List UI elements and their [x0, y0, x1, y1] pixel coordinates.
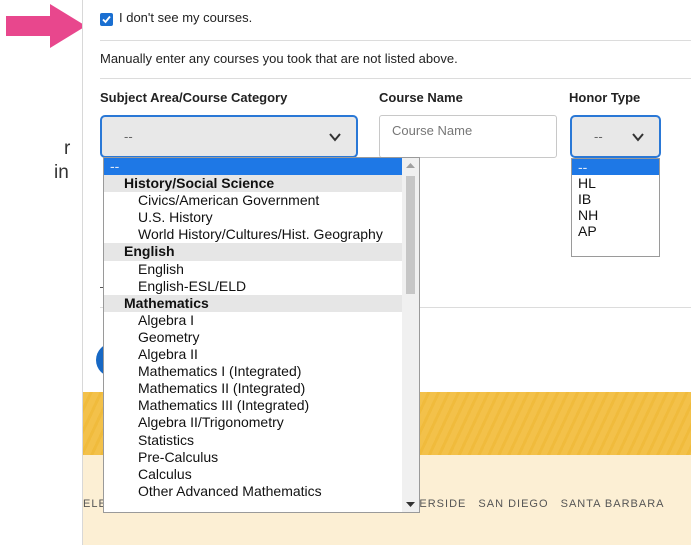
chevron-down-icon: [329, 133, 341, 142]
instructions-text: Manually enter any courses you took that…: [100, 51, 458, 66]
divider: [100, 40, 691, 41]
scroll-down-arrow-icon[interactable]: [406, 501, 415, 508]
subject-option[interactable]: English: [104, 261, 419, 278]
dropdown-scrollbar[interactable]: [402, 158, 419, 512]
honor-type-column-header: Honor Type: [569, 90, 641, 105]
subject-option[interactable]: Algebra I: [104, 312, 419, 329]
subject-group-header: Mathematics: [104, 294, 403, 312]
checkmark-icon: [102, 15, 111, 24]
honor-option[interactable]: AP: [572, 223, 659, 239]
partial-text-fragment: in: [54, 162, 69, 183]
subject-option[interactable]: Mathematics I (Integrated): [104, 363, 419, 380]
subject-option[interactable]: Calculus: [104, 466, 419, 483]
subject-option[interactable]: Statistics: [104, 432, 419, 449]
subject-select-value: --: [124, 129, 133, 144]
subject-category-dropdown-list[interactable]: -- History/Social Science Civics/America…: [103, 157, 420, 513]
honor-type-dropdown-list[interactable]: -- HL IB NH AP: [571, 158, 660, 257]
subject-option[interactable]: Mathematics II (Integrated): [104, 380, 419, 397]
subject-option[interactable]: Other Advanced Mathematics: [104, 483, 419, 500]
campus-link[interactable]: SAN DIEGO: [478, 498, 548, 510]
subject-option[interactable]: --: [104, 158, 419, 176]
course-name-input[interactable]: [379, 115, 557, 158]
subject-option[interactable]: Algebra II: [104, 346, 419, 363]
chevron-down-icon: [632, 133, 644, 142]
subject-column-header: Subject Area/Course Category: [100, 90, 288, 105]
subject-category-select[interactable]: --: [100, 115, 358, 158]
subject-option[interactable]: Pre-Calculus: [104, 449, 419, 466]
honor-option[interactable]: HL: [572, 175, 659, 191]
campus-links: IVERSIDE SAN DIEGO SANTA BARBARA: [407, 498, 673, 510]
subject-option[interactable]: U.S. History: [104, 209, 419, 226]
divider: [100, 78, 691, 79]
subject-option[interactable]: Mathematics III (Integrated): [104, 397, 419, 414]
scroll-up-arrow-icon[interactable]: [406, 162, 415, 169]
dont-see-courses-checkbox[interactable]: [100, 13, 113, 26]
scrollbar-thumb[interactable]: [406, 176, 415, 294]
partial-text-fragment: r: [64, 138, 71, 159]
subject-option[interactable]: Geometry: [104, 329, 419, 346]
honor-type-select[interactable]: --: [570, 115, 661, 158]
subject-option[interactable]: English-ESL/ELD: [104, 278, 419, 295]
pink-arrow-icon: [6, 4, 86, 48]
honor-select-value: --: [594, 129, 603, 144]
subject-option[interactable]: World History/Cultures/Hist. Geography: [104, 226, 419, 243]
campus-link[interactable]: SANTA BARBARA: [561, 498, 665, 510]
subject-group-header: English: [104, 243, 403, 261]
honor-option[interactable]: --: [572, 159, 659, 175]
course-name-column-header: Course Name: [379, 90, 463, 105]
checkbox-label[interactable]: I don't see my courses.: [119, 10, 252, 25]
subject-option[interactable]: Algebra II/Trigonometry: [104, 414, 419, 431]
honor-option[interactable]: IB: [572, 191, 659, 207]
subject-option[interactable]: Civics/American Government: [104, 192, 419, 209]
honor-option[interactable]: NH: [572, 207, 659, 223]
subject-group-header: History/Social Science: [104, 175, 403, 193]
